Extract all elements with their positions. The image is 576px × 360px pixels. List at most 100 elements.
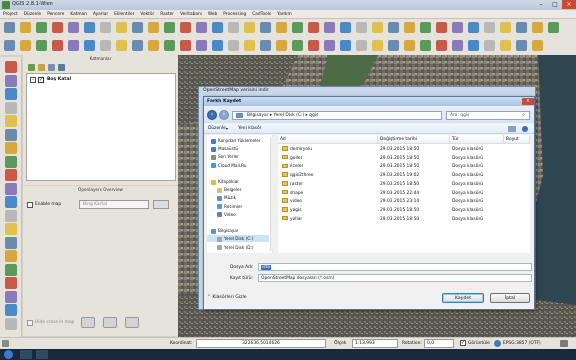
add-layer-icon[interactable] [5,236,17,249]
address-bar[interactable]: Bilgisayar ▸ Yerel Disk (C:) ▸ qgis [232,111,442,120]
toolbar-tool-icon[interactable] [20,22,31,33]
log-messages-icon[interactable] [560,340,568,347]
toolbar-tool-icon[interactable] [356,40,367,51]
toolbar-tool-icon[interactable] [324,22,335,33]
toolbar-tool-icon[interactable] [132,22,143,33]
add-layer-icon[interactable] [5,169,17,181]
file-row[interactable]: goller 29.03.2015 18:50 Dosya klasörü [278,154,530,164]
column-header-type[interactable]: Tür [450,135,504,144]
nav-item[interactable]: Resimler [207,203,242,210]
toolbar-tool-icon[interactable] [228,40,239,51]
add-layer-icon[interactable] [5,128,17,141]
toolbar-tool-icon[interactable] [420,40,431,51]
coordinate-field[interactable]: 322636,5014626 [196,339,326,348]
toolbar-tool-icon[interactable] [228,22,239,33]
toolbar-tool-icon[interactable] [180,22,191,33]
rotation-field[interactable]: 0,0 [424,339,454,348]
toolbar-tool-icon[interactable] [164,40,175,51]
toolbar-tool-icon[interactable] [260,22,271,33]
toolbar-tool-icon[interactable] [388,40,399,51]
toolbar-tool-icon[interactable] [516,22,527,33]
add-layer-icon[interactable] [5,196,17,208]
layer-group-checkbox[interactable]: ✓ [38,77,44,83]
toolbar-tool-icon[interactable] [4,40,15,51]
add-layer-icon[interactable] [5,115,17,127]
toolbar-tool-icon[interactable] [116,22,127,33]
toolbar-tool-icon[interactable] [500,40,511,51]
messages-icon[interactable] [2,340,9,347]
save-button[interactable]: Kaydet [442,293,484,303]
forward-arrow-icon[interactable]: › [219,110,229,120]
add-group-icon[interactable] [38,64,45,71]
toolbar-tool-icon[interactable] [100,40,111,51]
filename-input[interactable]: ista [258,263,532,271]
nav-item[interactable]: Kitaplıklar [207,178,239,185]
add-layer-icon[interactable] [5,61,17,73]
toolbar-tool-icon[interactable] [196,22,207,33]
menu-item[interactable]: Vektör [137,10,157,19]
toolbar-tool-icon[interactable] [276,40,287,51]
toolbar-tool-icon[interactable] [148,22,159,33]
toolbar-tool-icon[interactable] [164,22,175,33]
toolbar-tool-icon[interactable] [244,40,255,51]
nav-item[interactable]: Yerel Disk (C:) [207,235,269,243]
add-layer-icon[interactable] [5,290,17,303]
file-row[interactable]: raster 29.03.2015 18:50 Dosya klasörü [278,181,530,190]
hide-cross-checkbox[interactable] [27,320,33,326]
toolbar-tool-icon[interactable] [436,22,447,33]
nav-item[interactable]: Video [207,211,236,218]
toolbar-tool-icon[interactable] [404,22,415,33]
view-options-icon[interactable] [508,126,516,132]
toolbar-tool-icon[interactable] [532,22,543,33]
toolbar-tool-icon[interactable] [148,40,159,51]
toolbar-tool-icon[interactable] [404,40,415,51]
add-layer-icon[interactable] [5,101,17,114]
file-row[interactable]: yagis 29.03.2015 18:50 Dosya klasörü [278,207,530,216]
help-icon[interactable] [522,126,528,132]
menu-item[interactable]: Katman [67,10,90,19]
nav-item[interactable]: Cloud Mail.Ru [207,162,247,169]
open-layer-styling-icon[interactable] [28,64,35,71]
dialog-close-button[interactable]: × [522,98,534,105]
toolbar-tool-icon[interactable] [20,40,31,51]
back-arrow-icon[interactable]: ‹ [207,110,217,120]
toolbar-tool-icon[interactable] [52,40,63,51]
cancel-button[interactable]: İptal [490,293,530,303]
nav-item[interactable]: Müzik [207,194,236,201]
file-row[interactable]: qgis2three 29.03.2015 19:02 Dosya klasörü [278,172,530,181]
menu-item[interactable]: CadTools [249,10,274,19]
scale-field[interactable]: 1:13,993 [352,339,398,348]
add-layer-icon[interactable] [5,142,17,154]
menu-item[interactable]: Project [0,10,21,19]
toolbar-tool-icon[interactable] [500,22,511,33]
nav-item[interactable]: Karşıdan Yüklemeler [207,137,261,144]
search-input[interactable]: Ara: qgis [446,111,530,120]
toolbar-tool-icon[interactable] [468,22,479,33]
hide-folders-toggle[interactable]: ⌃ Klasörleri Gizle [207,295,247,300]
menu-item[interactable]: Processing [220,10,249,19]
toolbar-tool-icon[interactable] [292,22,303,33]
add-layer-icon[interactable] [5,277,17,289]
toolbar-tool-icon[interactable] [484,22,495,33]
menu-item[interactable]: Pencere [44,10,67,19]
toolbar-tool-icon[interactable] [532,40,543,51]
toolbar-tool-icon[interactable] [196,40,207,51]
menu-item[interactable]: Düzenle [21,10,45,19]
nav-scrollbar[interactable] [270,137,274,251]
toolbar-tool-icon[interactable] [308,40,319,51]
toolbar-tool-icon[interactable] [244,22,255,33]
add-layer-icon[interactable] [5,223,17,235]
taskbar-app-icon[interactable] [36,350,48,359]
globe-icon[interactable] [494,340,501,347]
file-row[interactable]: demiryolu 29.03.2015 18:50 Dosya klasörü [278,146,530,155]
column-header-size[interactable]: Boyut [504,135,530,144]
filter-icon[interactable] [58,64,65,71]
nav-item[interactable]: Masaüstü [207,145,238,152]
new-folder-button[interactable]: Yeni klasör [238,124,261,134]
minimize-button[interactable]: – [534,0,548,9]
overview-zoom-button[interactable] [81,317,95,328]
overview-layer-dropdown[interactable]: Bing Kartal [79,200,149,209]
column-header-name[interactable]: Ad [278,135,378,144]
menu-item[interactable]: Yardım [274,10,294,19]
file-row[interactable]: video 29.03.2015 23:14 Dosya klasörü [278,198,530,207]
